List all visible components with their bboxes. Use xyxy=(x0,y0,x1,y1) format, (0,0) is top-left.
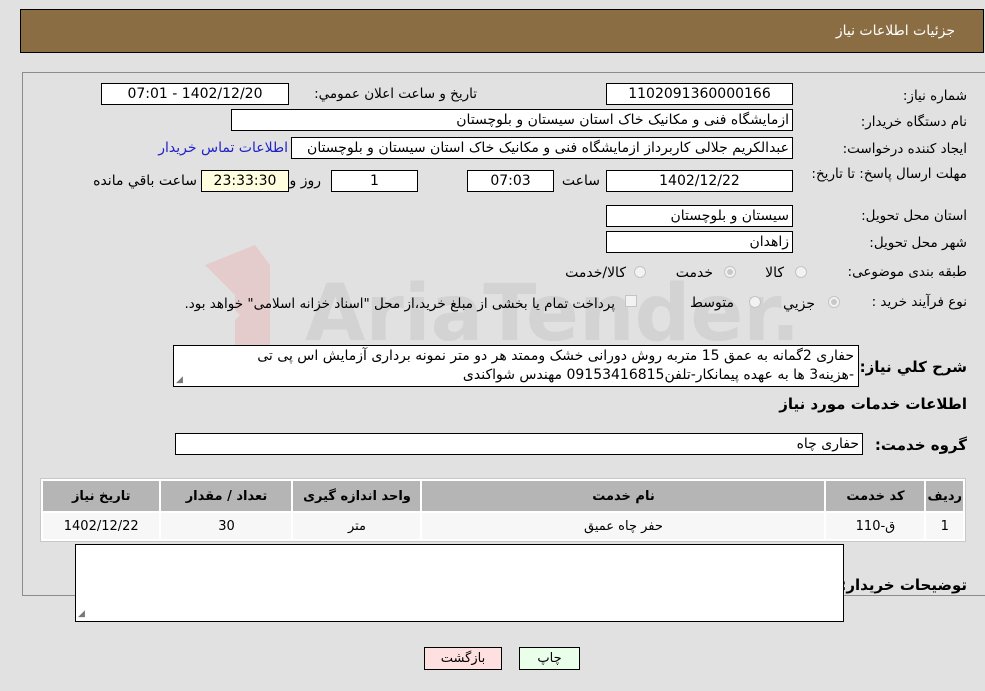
resize-grip-icon[interactable]: ◢ xyxy=(176,376,183,385)
province-label: استان محل تحويل: xyxy=(861,208,967,224)
announce-datetime-label: تاريخ و ساعت اعلان عمومي: xyxy=(314,86,477,102)
treasury-payment-checkbox[interactable] xyxy=(625,295,637,307)
cell-service-name: حفر چاه عمیق xyxy=(422,513,825,539)
col-unit: واحد اندازه گيری xyxy=(293,481,421,511)
table-row: 1 ق-110 حفر چاه عمیق متر 30 1402/12/22 xyxy=(43,513,963,539)
city-label: شهر محل تحويل: xyxy=(869,235,967,251)
cell-quantity: 30 xyxy=(161,513,292,539)
process-type-label: نوع فرآيند خريد : xyxy=(871,294,967,310)
cell-unit: متر xyxy=(293,513,421,539)
description-label: شرح کلي نياز: xyxy=(859,358,967,376)
cell-row-number: 1 xyxy=(926,513,963,539)
category-label: طبقه بندی موضوعی: xyxy=(847,264,967,280)
back-button[interactable]: بازگشت xyxy=(424,647,502,670)
announce-datetime-field: 1402/12/20 - 07:01 xyxy=(101,83,289,105)
category-radio-goods-service[interactable] xyxy=(634,266,646,278)
need-number-label: شماره نیاز: xyxy=(902,88,967,104)
category-radio-goods[interactable] xyxy=(795,266,807,278)
days-remaining-field: 1 xyxy=(331,170,418,192)
services-table-header: رديف کد خدمت نام خدمت واحد اندازه گيری ت… xyxy=(43,481,963,511)
col-row-number: رديف xyxy=(926,481,963,511)
service-group-label: گروه خدمت: xyxy=(874,436,967,454)
description-line-1: حفاری 2گمانه به عمق 15 متربه روش دورانی … xyxy=(257,348,854,364)
col-need-date: تاريخ نياز xyxy=(43,481,160,511)
cell-need-date: 1402/12/22 xyxy=(43,513,160,539)
page-title: جزئیات اطلاعات نیاز xyxy=(835,23,955,39)
process-option-medium: متوسط xyxy=(690,295,734,311)
deadline-date-field: 1402/12/22 xyxy=(606,170,793,192)
treasury-payment-label: پرداخت تمام يا بخشی از مبلغ خريد،از محل … xyxy=(184,296,615,312)
province-field: سیستان و بلوچستان xyxy=(606,205,793,227)
process-radio-minor[interactable] xyxy=(828,296,840,308)
buyer-org-label: نام دستگاه خريدار: xyxy=(860,114,967,130)
description-line-2: -هزینه3 ها به عهده پیمانکار-تلفن09153416… xyxy=(462,367,854,383)
days-label: روز و xyxy=(289,173,322,189)
services-section-title: اطلاعات خدمات مورد نياز xyxy=(779,395,967,413)
service-group-field: حفاری چاه xyxy=(175,433,863,455)
buyer-org-field: ازمایشگاه فنی و مکانیک خاک استان سیستان … xyxy=(231,109,793,131)
buyer-notes-textarea[interactable] xyxy=(75,544,844,622)
cell-service-code: ق-110 xyxy=(826,513,925,539)
requester-label: ايجاد کننده درخواست: xyxy=(842,141,967,157)
deadline-label: مهلت ارسال پاسخ: تا تاريخ: xyxy=(811,166,967,182)
deadline-time-label: ساعت xyxy=(561,173,600,189)
time-remaining-field: 23:33:30 xyxy=(201,170,289,192)
process-radio-medium[interactable] xyxy=(749,296,761,308)
category-option-goods: کالا xyxy=(765,265,784,281)
buyer-notes-label: توضيحات خريدار: xyxy=(840,576,967,594)
notes-resize-grip-icon[interactable]: ◢ xyxy=(78,610,85,690)
time-remaining-label: ساعت باقي مانده xyxy=(93,173,197,189)
need-number-field: 1102091360000166 xyxy=(606,83,793,105)
category-option-goods-service: کالا/خدمت xyxy=(565,265,626,281)
city-field: زاهدان xyxy=(606,231,793,253)
deadline-time-field: 07:03 xyxy=(467,170,554,192)
col-service-code: کد خدمت xyxy=(826,481,925,511)
requester-field: عبدالکریم جلالی کاربرداز ازمایشگاه فنی و… xyxy=(291,137,793,159)
col-service-name: نام خدمت xyxy=(422,481,825,511)
services-table: رديف کد خدمت نام خدمت واحد اندازه گيری ت… xyxy=(40,478,966,542)
process-option-minor: جزيي xyxy=(783,296,815,312)
category-option-service: خدمت xyxy=(675,265,713,281)
print-button[interactable]: چاپ xyxy=(519,647,580,670)
description-textarea[interactable]: حفاری 2گمانه به عمق 15 متربه روش دورانی … xyxy=(173,345,859,387)
buyer-contact-link[interactable]: اطلاعات تماس خريدار xyxy=(158,140,288,156)
col-quantity: تعداد / مقدار xyxy=(161,481,292,511)
category-radio-service[interactable] xyxy=(724,266,736,278)
page-header: جزئیات اطلاعات نیاز xyxy=(20,9,984,53)
